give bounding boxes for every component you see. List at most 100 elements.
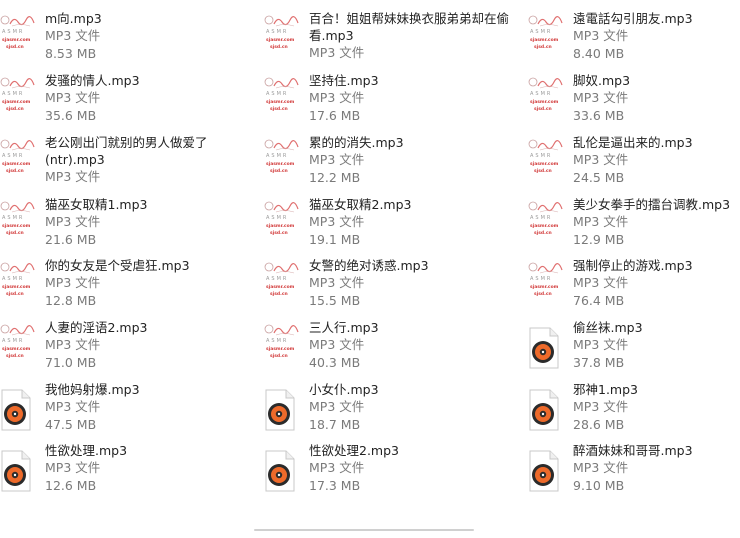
file-size: 17.6 MB — [309, 108, 361, 123]
file-item[interactable]: ASMR sjasmr.com sjsd.cn 遠電話勾引朋友.mp3 MP3 … — [528, 10, 740, 68]
file-name: 邪神1.mp3 — [573, 382, 638, 397]
asmr-site-2: sjsd.cn — [6, 354, 24, 359]
file-meta: 性欲处理.mp3 MP3 文件 12.6 MB — [45, 442, 255, 495]
file-item[interactable]: ASMR sjasmr.com sjsd.cn 累的的消失.mp3 MP3 文件… — [264, 134, 524, 192]
file-item[interactable]: ASMR sjasmr.com sjsd.cn 发骚的情人.mp3 MP3 文件… — [0, 72, 260, 130]
file-meta: 女警的绝对诱惑.mp3 MP3 文件 15.5 MB — [309, 257, 519, 310]
file-item[interactable]: ASMR sjasmr.com sjsd.cn 坚持住.mp3 MP3 文件 1… — [264, 72, 524, 130]
asmr-site-1: sjasmr.com — [530, 100, 559, 105]
asmr-text: ASMR — [266, 215, 289, 221]
file-size: 15.5 MB — [309, 293, 361, 308]
asmr-text: ASMR — [2, 338, 25, 344]
asmr-text: ASMR — [2, 215, 25, 221]
asmr-logo-icon — [264, 201, 299, 213]
file-item[interactable]: 我他妈射爆.mp3 MP3 文件 47.5 MB — [0, 381, 260, 439]
asmr-logo-icon — [0, 262, 35, 274]
asmr-thumbnail: ASMR sjasmr.com sjsd.cn — [528, 76, 566, 122]
file-item[interactable]: ASMR sjasmr.com sjsd.cn 你的女友是个受虐狂.mp3 MP… — [0, 257, 260, 315]
asmr-site-2: sjsd.cn — [270, 107, 288, 112]
asmr-site-2: sjsd.cn — [6, 292, 24, 297]
asmr-site-2: sjsd.cn — [270, 169, 288, 174]
music-file-icon — [265, 450, 295, 492]
asmr-site-1: sjasmr.com — [2, 347, 31, 352]
asmr-thumbnail: ASMR sjasmr.com sjsd.cn — [264, 138, 302, 184]
file-size: 21.6 MB — [45, 232, 97, 247]
file-thumbnail: ASMR sjasmr.com sjsd.cn — [0, 76, 35, 124]
file-meta: 坚持住.mp3 MP3 文件 17.6 MB — [309, 72, 519, 125]
file-size: 19.1 MB — [309, 232, 361, 247]
asmr-site-1: sjasmr.com — [530, 224, 559, 229]
file-item[interactable]: 性欲处理.mp3 MP3 文件 12.6 MB — [0, 442, 260, 500]
file-thumbnail: ASMR sjasmr.com sjsd.cn — [0, 138, 35, 186]
file-item[interactable]: ASMR sjasmr.com sjsd.cn 人妻的淫语2.mp3 MP3 文… — [0, 319, 260, 377]
file-type: MP3 文件 — [309, 152, 365, 167]
asmr-text: ASMR — [530, 276, 553, 282]
file-item[interactable]: ASMR sjasmr.com sjsd.cn 猫巫女取精1.mp3 MP3 文… — [0, 196, 260, 254]
file-meta: 偷丝袜.mp3 MP3 文件 37.8 MB — [573, 319, 740, 372]
file-item[interactable]: 邪神1.mp3 MP3 文件 28.6 MB — [528, 381, 740, 439]
file-item[interactable]: ASMR sjasmr.com sjsd.cn 女警的绝对诱惑.mp3 MP3 … — [264, 257, 524, 315]
file-thumbnail: ASMR sjasmr.com sjsd.cn — [528, 138, 563, 186]
file-item[interactable]: ASMR sjasmr.com sjsd.cn 三人行.mp3 MP3 文件 4… — [264, 319, 524, 377]
file-item[interactable]: ASMR sjasmr.com sjsd.cn m向.mp3 MP3 文件 8.… — [0, 10, 260, 68]
asmr-text: ASMR — [2, 153, 25, 159]
file-item[interactable]: ASMR sjasmr.com sjsd.cn 美少女拳手的擂台调教.mp3 M… — [528, 196, 740, 254]
file-size: 76.4 MB — [573, 293, 625, 308]
file-name: m向.mp3 — [45, 11, 102, 26]
asmr-text: ASMR — [266, 91, 289, 97]
file-item[interactable]: 醉酒妹妹和哥哥.mp3 MP3 文件 9.10 MB — [528, 442, 740, 500]
file-item[interactable]: 偷丝袜.mp3 MP3 文件 37.8 MB — [528, 319, 740, 377]
asmr-logo-icon — [528, 201, 563, 213]
file-item[interactable]: 性欲处理2.mp3 MP3 文件 17.3 MB — [264, 442, 524, 500]
file-thumbnail — [0, 446, 34, 494]
asmr-thumbnail: ASMR sjasmr.com sjsd.cn — [0, 200, 38, 246]
asmr-text: ASMR — [2, 29, 25, 35]
file-name: 小女仆.mp3 — [309, 382, 379, 397]
file-type: MP3 文件 — [573, 399, 629, 414]
asmr-thumbnail: ASMR sjasmr.com sjsd.cn — [0, 14, 38, 60]
file-meta: 脚奴.mp3 MP3 文件 33.6 MB — [573, 72, 740, 125]
file-item[interactable]: ASMR sjasmr.com sjsd.cn 老公刚出门就别的男人做爱了(nt… — [0, 134, 260, 192]
file-type: MP3 文件 — [45, 214, 101, 229]
file-meta: 性欲处理2.mp3 MP3 文件 17.3 MB — [309, 442, 519, 495]
file-item[interactable]: ASMR sjasmr.com sjsd.cn 脚奴.mp3 MP3 文件 33… — [528, 72, 740, 130]
file-name: 人妻的淫语2.mp3 — [45, 320, 148, 335]
asmr-site-2: sjsd.cn — [6, 231, 24, 236]
file-item[interactable]: ASMR sjasmr.com sjsd.cn 猫巫女取精2.mp3 MP3 文… — [264, 196, 524, 254]
file-thumbnail: ASMR sjasmr.com sjsd.cn — [264, 323, 299, 371]
asmr-text: ASMR — [2, 91, 25, 97]
file-item[interactable]: ASMR sjasmr.com sjsd.cn 百合！姐姐帮妹妹换衣服弟弟却在偷… — [264, 10, 524, 68]
asmr-site-1: sjasmr.com — [266, 224, 295, 229]
asmr-site-2: sjsd.cn — [534, 292, 552, 297]
file-type: MP3 文件 — [573, 460, 629, 475]
file-thumbnail — [264, 385, 298, 433]
file-size: 18.7 MB — [309, 417, 361, 432]
file-size: 12.8 MB — [45, 293, 97, 308]
asmr-site-1: sjasmr.com — [2, 100, 31, 105]
asmr-text: ASMR — [2, 276, 25, 282]
file-item[interactable]: ASMR sjasmr.com sjsd.cn 乱伦是逼出来的.mp3 MP3 … — [528, 134, 740, 192]
file-type: MP3 文件 — [309, 214, 365, 229]
asmr-thumbnail: ASMR sjasmr.com sjsd.cn — [264, 261, 302, 307]
asmr-logo-icon — [528, 77, 563, 89]
file-item[interactable]: 小女仆.mp3 MP3 文件 18.7 MB — [264, 381, 524, 439]
file-name: 累的的消失.mp3 — [309, 135, 404, 150]
file-thumbnail: ASMR sjasmr.com sjsd.cn — [264, 138, 299, 186]
file-thumbnail: ASMR sjasmr.com sjsd.cn — [264, 14, 299, 62]
asmr-site-1: sjasmr.com — [2, 224, 31, 229]
file-meta: 百合！姐姐帮妹妹换衣服弟弟却在偷看.mp3 MP3 文件 — [309, 10, 519, 62]
horizontal-scrollbar[interactable] — [254, 529, 474, 531]
file-size: 24.5 MB — [573, 170, 625, 185]
file-name: 坚持住.mp3 — [309, 73, 379, 88]
file-type: MP3 文件 — [573, 214, 629, 229]
file-name: 女警的绝对诱惑.mp3 — [309, 258, 429, 273]
file-meta: m向.mp3 MP3 文件 8.53 MB — [45, 10, 255, 63]
file-thumbnail: ASMR sjasmr.com sjsd.cn — [528, 261, 563, 309]
asmr-logo-icon — [0, 77, 35, 89]
file-meta: 猫巫女取精2.mp3 MP3 文件 19.1 MB — [309, 196, 519, 249]
file-item[interactable]: ASMR sjasmr.com sjsd.cn 强制停止的游戏.mp3 MP3 … — [528, 257, 740, 315]
file-type: MP3 文件 — [309, 460, 365, 475]
music-file-icon — [1, 450, 31, 492]
file-thumbnail: ASMR sjasmr.com sjsd.cn — [264, 76, 299, 124]
file-name: 你的女友是个受虐狂.mp3 — [45, 258, 190, 273]
